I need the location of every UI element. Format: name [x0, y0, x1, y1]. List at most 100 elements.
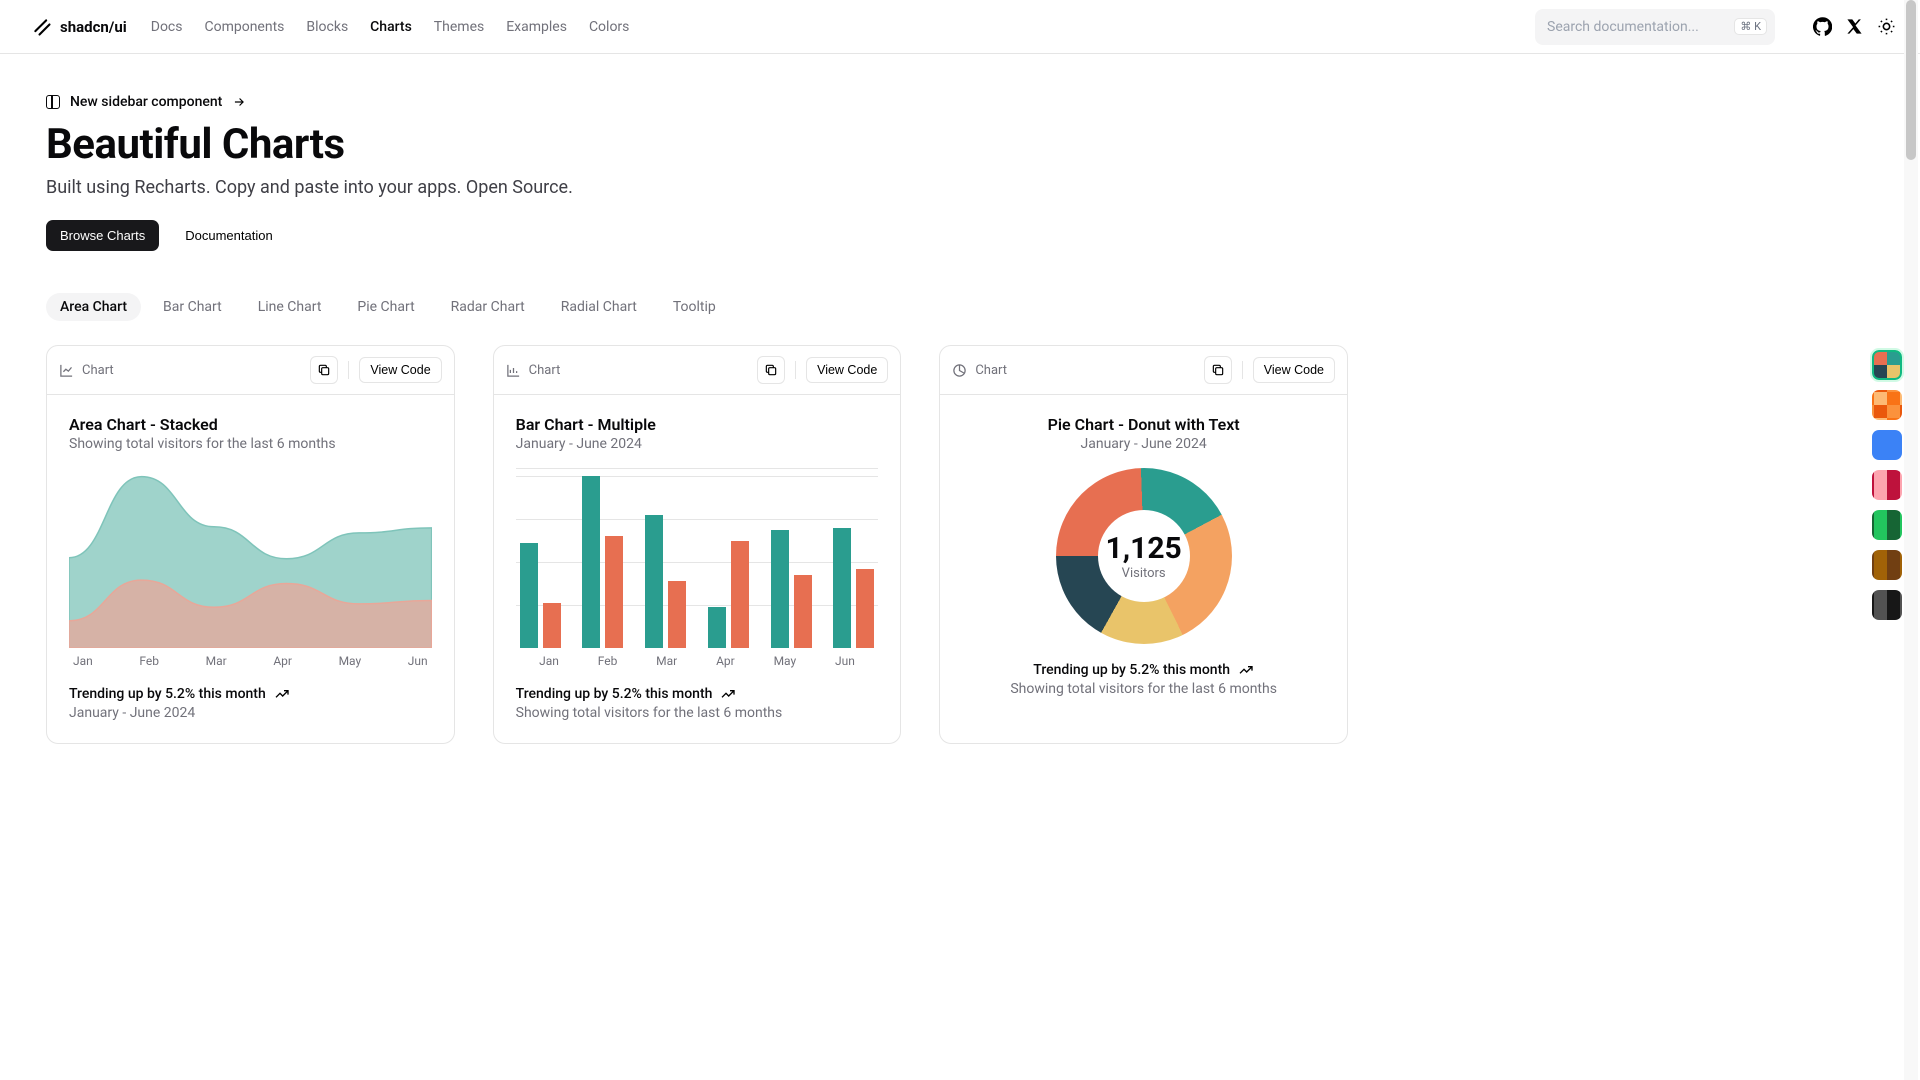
donut-label: Visitors	[1122, 566, 1166, 581]
tick-label: Apr	[716, 654, 735, 668]
scrollbar[interactable]	[1904, 0, 1918, 1080]
donut-value: 1,125	[1106, 531, 1182, 566]
bar	[668, 581, 686, 649]
trending-up-icon	[274, 686, 290, 702]
theme-swatch[interactable]	[1872, 390, 1902, 420]
theme-swatch[interactable]	[1872, 550, 1902, 580]
tab-bar-chart[interactable]: Bar Chart	[149, 293, 236, 321]
theme-swatch[interactable]	[1872, 590, 1902, 620]
tab-area-chart[interactable]: Area Chart	[46, 293, 141, 321]
tab-radar-chart[interactable]: Radar Chart	[437, 293, 539, 321]
bar-chart-icon	[506, 363, 521, 378]
nav-charts[interactable]: Charts	[370, 19, 412, 35]
bar-group	[578, 468, 627, 648]
tick-label: Feb	[598, 654, 618, 668]
card-label: Chart	[529, 363, 749, 378]
trend-sub: January - June 2024	[69, 705, 432, 721]
bar-group	[704, 468, 753, 648]
brand-logo[interactable]: shadcn/ui	[32, 17, 127, 37]
search-kbd: ⌘ K	[1734, 18, 1767, 35]
card-bar-chart: Chart View Code Bar Chart - Multiple Jan…	[493, 345, 902, 744]
copy-button[interactable]	[757, 356, 785, 384]
x-axis: JanFebMarAprMayJun	[69, 648, 432, 668]
nav-colors[interactable]: Colors	[589, 19, 629, 35]
theme-swatch[interactable]	[1872, 510, 1902, 540]
tick-label: Jan	[539, 654, 559, 668]
theme-swatch[interactable]	[1872, 430, 1902, 460]
trend-sub: Showing total visitors for the last 6 mo…	[962, 681, 1325, 697]
tick-label: Jan	[73, 654, 93, 668]
view-code-button[interactable]: View Code	[806, 357, 888, 383]
card-label: Chart	[82, 363, 302, 378]
nav-examples[interactable]: Examples	[506, 19, 567, 35]
bar	[833, 528, 851, 648]
bar-group	[767, 468, 816, 648]
trending-up-icon	[720, 686, 736, 702]
bar	[856, 569, 874, 648]
chart-type-tabs: Area Chart Bar Chart Line ChartPie Chart Ra…	[46, 293, 1348, 321]
chart-title: Bar Chart - Multiple	[516, 415, 879, 434]
bar-group	[641, 468, 690, 648]
area-chart	[69, 468, 432, 648]
nav-blocks[interactable]: Blocks	[306, 19, 348, 35]
arrow-right-icon	[232, 95, 246, 109]
view-code-button[interactable]: View Code	[359, 357, 441, 383]
tick-label: Jun	[408, 654, 428, 668]
nav-themes[interactable]: Themes	[434, 19, 484, 35]
tab-line-chart[interactable]: Line Chart	[244, 293, 336, 321]
announcement-link[interactable]: New sidebar component	[46, 94, 1348, 110]
chart-title: Pie Chart - Donut with Text	[962, 415, 1325, 434]
bar	[605, 536, 623, 649]
bar-group	[830, 468, 879, 648]
browse-charts-button[interactable]: Browse Charts	[46, 220, 159, 251]
copy-button[interactable]	[1204, 356, 1232, 384]
chart-desc: Showing total visitors for the last 6 mo…	[69, 436, 432, 452]
bar	[794, 575, 812, 648]
trend-sub: Showing total visitors for the last 6 mo…	[516, 705, 879, 721]
top-nav: Docs Components Blocks Charts Themes Examples…	[151, 19, 630, 35]
bar	[708, 607, 726, 648]
theme-picker	[1872, 350, 1902, 620]
donut-chart: 1,125 Visitors	[1056, 468, 1232, 644]
github-icon[interactable]	[1813, 17, 1832, 36]
trend-text: Trending up by 5.2% this month	[516, 686, 713, 702]
chart-desc: January - June 2024	[962, 436, 1325, 452]
tab-pie-chart[interactable]: Pie Chart	[343, 293, 428, 321]
bar-group	[516, 468, 565, 648]
bar	[731, 541, 749, 648]
theme-toggle-icon[interactable]	[1877, 17, 1896, 36]
tab-tooltip[interactable]: Tooltip	[659, 293, 730, 321]
x-axis: JanFebMarAprMayJun	[516, 648, 879, 668]
page-title: Beautiful Charts	[46, 120, 1348, 169]
trend-text: Trending up by 5.2% this month	[69, 686, 266, 702]
trend-text: Trending up by 5.2% this month	[1033, 662, 1230, 678]
tick-label: May	[774, 654, 797, 668]
search-input[interactable]: Search documentation... ⌘ K	[1535, 9, 1775, 45]
x-icon[interactable]	[1846, 18, 1863, 35]
announcement-text: New sidebar component	[70, 94, 222, 110]
brand-text: shadcn/ui	[60, 18, 127, 36]
pie-chart-icon	[952, 363, 967, 378]
bar	[520, 543, 538, 648]
page-subtitle: Built using Recharts. Copy and paste int…	[46, 177, 1348, 198]
tab-radial-chart[interactable]: Radial Chart	[547, 293, 651, 321]
area-chart-icon	[59, 363, 74, 378]
tick-label: Feb	[139, 654, 159, 668]
bar-chart	[516, 468, 879, 648]
nav-docs[interactable]: Docs	[151, 19, 183, 35]
tick-label: Mar	[206, 654, 227, 668]
view-code-button[interactable]: View Code	[1253, 357, 1335, 383]
tick-label: Jun	[835, 654, 855, 668]
nav-components[interactable]: Components	[204, 19, 284, 35]
theme-swatch[interactable]	[1872, 350, 1902, 380]
card-label: Chart	[975, 363, 1195, 378]
logo-icon	[32, 17, 52, 37]
bar	[582, 476, 600, 648]
theme-swatch[interactable]	[1872, 470, 1902, 500]
scrollbar-thumb[interactable]	[1906, 0, 1916, 160]
search-placeholder: Search documentation...	[1547, 19, 1699, 35]
documentation-button[interactable]: Documentation	[179, 227, 278, 244]
sidebar-icon	[46, 95, 60, 109]
copy-button[interactable]	[310, 356, 338, 384]
bar	[771, 530, 789, 648]
